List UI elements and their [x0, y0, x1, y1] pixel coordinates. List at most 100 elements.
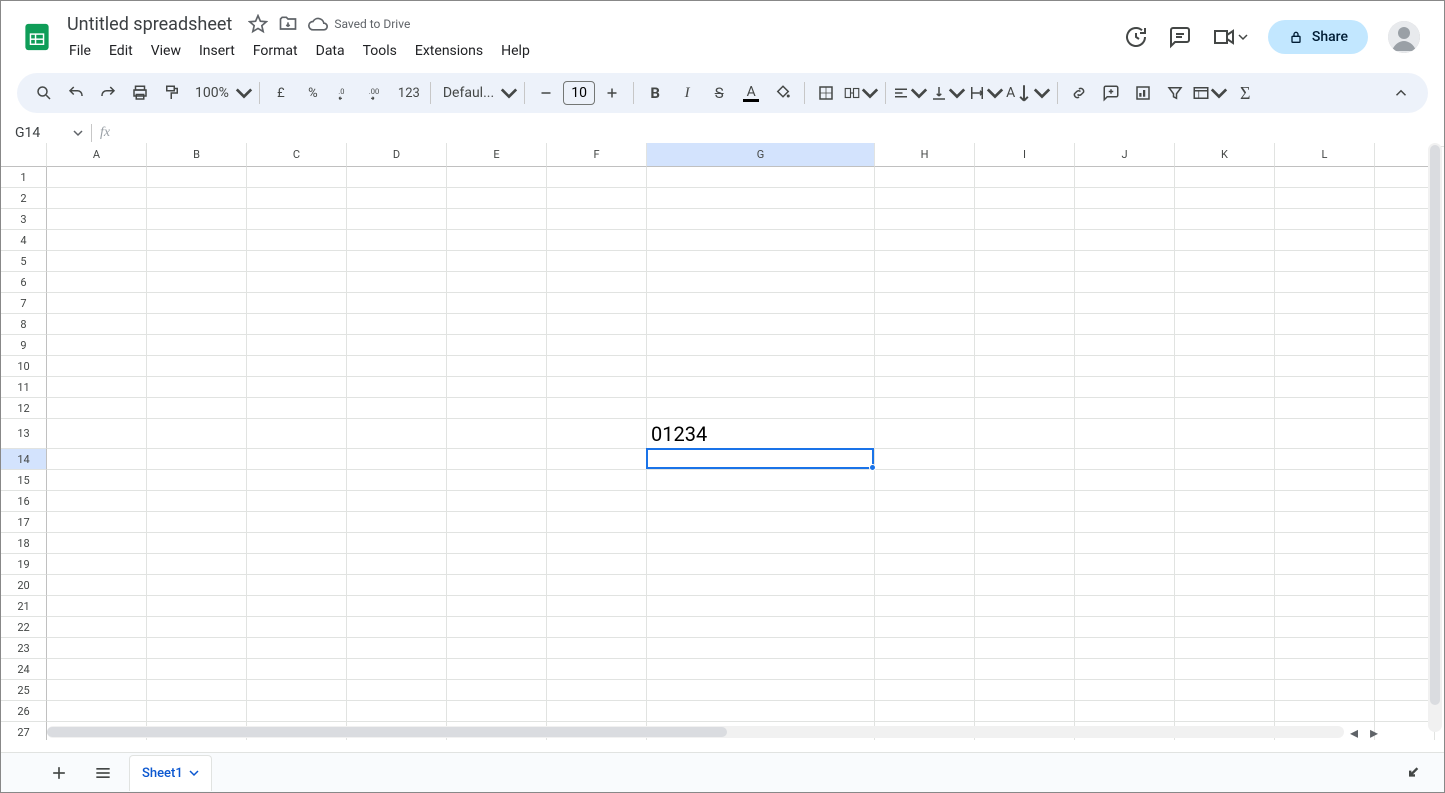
- cell-A12[interactable]: [47, 398, 147, 419]
- increase-decimal-button[interactable]: .00: [362, 78, 392, 108]
- cell-K21[interactable]: [1175, 596, 1275, 617]
- cell-F21[interactable]: [547, 596, 647, 617]
- cell-K19[interactable]: [1175, 554, 1275, 575]
- cell-26[interactable]: [1375, 701, 1435, 722]
- more-formats-button[interactable]: 123: [394, 78, 424, 108]
- cell-D10[interactable]: [347, 356, 447, 377]
- cell-I22[interactable]: [975, 617, 1075, 638]
- cell-E13[interactable]: [447, 419, 547, 449]
- insert-chart-button[interactable]: [1128, 78, 1158, 108]
- cell-J23[interactable]: [1075, 638, 1175, 659]
- cell-A13[interactable]: [47, 419, 147, 449]
- cell-A26[interactable]: [47, 701, 147, 722]
- row-header-16[interactable]: 16: [1, 491, 47, 512]
- cell-F26[interactable]: [547, 701, 647, 722]
- row-header-24[interactable]: 24: [1, 659, 47, 680]
- cell-H5[interactable]: [875, 251, 975, 272]
- row-header-11[interactable]: 11: [1, 377, 47, 398]
- cell-J11[interactable]: [1075, 377, 1175, 398]
- cell-E8[interactable]: [447, 314, 547, 335]
- cell-D20[interactable]: [347, 575, 447, 596]
- cell-I7[interactable]: [975, 293, 1075, 314]
- cell-D12[interactable]: [347, 398, 447, 419]
- cell-E24[interactable]: [447, 659, 547, 680]
- cell-K23[interactable]: [1175, 638, 1275, 659]
- cell-H12[interactable]: [875, 398, 975, 419]
- cell-G5[interactable]: [647, 251, 875, 272]
- cell-H23[interactable]: [875, 638, 975, 659]
- cell-J17[interactable]: [1075, 512, 1175, 533]
- cell-J2[interactable]: [1075, 188, 1175, 209]
- cell-B24[interactable]: [147, 659, 247, 680]
- cell-D6[interactable]: [347, 272, 447, 293]
- row-header-20[interactable]: 20: [1, 575, 47, 596]
- cell-I24[interactable]: [975, 659, 1075, 680]
- cell-B12[interactable]: [147, 398, 247, 419]
- cell-D7[interactable]: [347, 293, 447, 314]
- cell-F18[interactable]: [547, 533, 647, 554]
- cell-L19[interactable]: [1275, 554, 1375, 575]
- cell-C18[interactable]: [247, 533, 347, 554]
- cell-D25[interactable]: [347, 680, 447, 701]
- column-header-F[interactable]: F: [547, 143, 647, 167]
- cell-A8[interactable]: [47, 314, 147, 335]
- cell-C26[interactable]: [247, 701, 347, 722]
- scroll-thumb[interactable]: [1430, 145, 1440, 705]
- redo-button[interactable]: [93, 78, 123, 108]
- cell-C13[interactable]: [247, 419, 347, 449]
- cell-B22[interactable]: [147, 617, 247, 638]
- cell-G10[interactable]: [647, 356, 875, 377]
- cell-K16[interactable]: [1175, 491, 1275, 512]
- cell-23[interactable]: [1375, 638, 1435, 659]
- cell-L10[interactable]: [1275, 356, 1375, 377]
- cell-H8[interactable]: [875, 314, 975, 335]
- cell-F2[interactable]: [547, 188, 647, 209]
- cell-A24[interactable]: [47, 659, 147, 680]
- cell-J18[interactable]: [1075, 533, 1175, 554]
- cell-F20[interactable]: [547, 575, 647, 596]
- cell-C24[interactable]: [247, 659, 347, 680]
- cell-E14[interactable]: [447, 449, 547, 470]
- cell-I2[interactable]: [975, 188, 1075, 209]
- cell-A2[interactable]: [47, 188, 147, 209]
- cell-K24[interactable]: [1175, 659, 1275, 680]
- cell-I5[interactable]: [975, 251, 1075, 272]
- cell-H14[interactable]: [875, 449, 975, 470]
- cell-J12[interactable]: [1075, 398, 1175, 419]
- row-header-15[interactable]: 15: [1, 470, 47, 491]
- cell-13[interactable]: [1375, 419, 1435, 449]
- column-header-J[interactable]: J: [1075, 143, 1175, 167]
- cell-15[interactable]: [1375, 470, 1435, 491]
- cell-D1[interactable]: [347, 167, 447, 188]
- row-header-10[interactable]: 10: [1, 356, 47, 377]
- share-button[interactable]: Share: [1268, 20, 1368, 54]
- cell-C15[interactable]: [247, 470, 347, 491]
- cell-K12[interactable]: [1175, 398, 1275, 419]
- format-currency-button[interactable]: £: [266, 78, 296, 108]
- cell-F6[interactable]: [547, 272, 647, 293]
- sheets-logo[interactable]: [17, 17, 57, 57]
- row-header-19[interactable]: 19: [1, 554, 47, 575]
- document-title[interactable]: Untitled spreadsheet: [61, 12, 238, 37]
- cell-I4[interactable]: [975, 230, 1075, 251]
- functions-button[interactable]: Σ: [1230, 78, 1260, 108]
- formula-bar[interactable]: [116, 121, 1444, 145]
- cell-A22[interactable]: [47, 617, 147, 638]
- cell-G15[interactable]: [647, 470, 875, 491]
- cell-A11[interactable]: [47, 377, 147, 398]
- cell-E4[interactable]: [447, 230, 547, 251]
- cell-L26[interactable]: [1275, 701, 1375, 722]
- cell-H13[interactable]: [875, 419, 975, 449]
- cell-I12[interactable]: [975, 398, 1075, 419]
- cell-6[interactable]: [1375, 272, 1435, 293]
- cell-B26[interactable]: [147, 701, 247, 722]
- cell-B4[interactable]: [147, 230, 247, 251]
- cell-I26[interactable]: [975, 701, 1075, 722]
- meet-button[interactable]: [1212, 25, 1248, 49]
- cell-F10[interactable]: [547, 356, 647, 377]
- column-header-H[interactable]: H: [875, 143, 975, 167]
- save-status[interactable]: Saved to Drive: [308, 14, 410, 34]
- cell-J4[interactable]: [1075, 230, 1175, 251]
- undo-button[interactable]: [61, 78, 91, 108]
- cell-12[interactable]: [1375, 398, 1435, 419]
